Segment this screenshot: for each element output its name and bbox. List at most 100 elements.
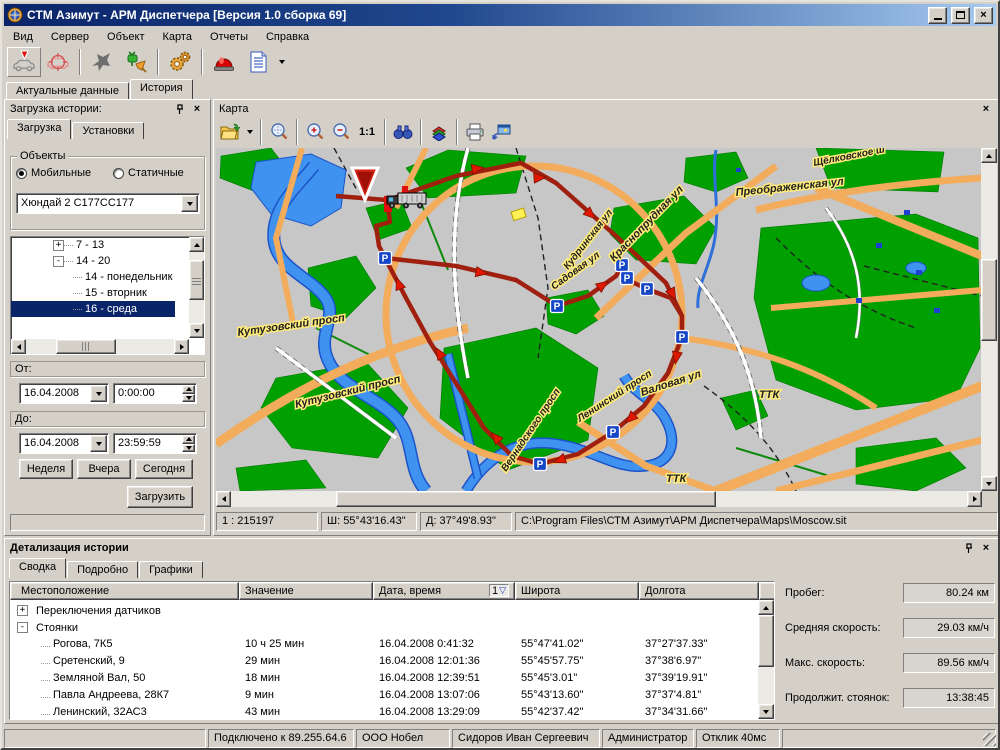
parking-marker[interactable]: P: [607, 426, 620, 439]
today-button[interactable]: Сегодня: [135, 459, 193, 479]
expand-icon[interactable]: +: [17, 605, 28, 616]
tree-hscroll-thumb[interactable]: [56, 339, 116, 354]
column-header-value[interactable]: Значение: [239, 582, 373, 600]
tree-hscrollbar[interactable]: [11, 339, 189, 354]
tree-item-day14[interactable]: 14 - понедельник: [11, 269, 204, 285]
tab-summary[interactable]: Сводка: [9, 558, 66, 578]
find-button[interactable]: [390, 120, 416, 144]
week-button[interactable]: Неделя: [19, 459, 73, 479]
to-date-picker[interactable]: 16.04.2008: [19, 433, 109, 454]
radio-static-option[interactable]: Статичные: [113, 167, 184, 179]
group-row-stops[interactable]: - Стоянки: [11, 619, 773, 636]
zoom-in-button[interactable]: [302, 120, 328, 144]
map-hscroll-thumb[interactable]: [336, 491, 716, 507]
close-panel-button[interactable]: ×: [978, 541, 994, 555]
scroll-up-button[interactable]: [189, 237, 204, 252]
menu-object[interactable]: Объект: [98, 29, 153, 45]
table-row[interactable]: Рогова, 7К5 10 ч 25 мин 16.04.2008 0:41:…: [11, 636, 773, 653]
table-row[interactable]: Сретенский, 9 29 мин 16.04.2008 12:01:36…: [11, 653, 773, 670]
pin-button[interactable]: [960, 541, 976, 555]
moscow-map[interactable]: P P P P P P P P Кутузовский просп Кутузо…: [216, 148, 982, 491]
parking-marker[interactable]: P: [534, 458, 547, 471]
tab-actual-data[interactable]: Актуальные данные: [6, 82, 129, 99]
scroll-down-button[interactable]: [981, 476, 997, 491]
object-card-button[interactable]: [85, 47, 119, 77]
open-map-dropdown[interactable]: [243, 120, 256, 144]
tab-load[interactable]: Загрузка: [7, 119, 71, 139]
tab-graphs[interactable]: Графики: [139, 561, 203, 578]
print-button[interactable]: [462, 120, 488, 144]
export-map-button[interactable]: [488, 120, 514, 144]
vehicle-select[interactable]: Хюндай 2 С177СС177: [16, 193, 200, 214]
close-button[interactable]: ×: [974, 7, 993, 24]
tree-item-week2[interactable]: - 14 - 20: [11, 253, 204, 269]
parking-marker[interactable]: P: [621, 272, 634, 285]
parking-marker[interactable]: P: [551, 300, 564, 313]
table-row[interactable]: Павла Андреева, 28К7 9 мин 16.04.2008 13…: [11, 687, 773, 704]
column-header-latitude[interactable]: Широта: [515, 582, 639, 600]
tab-setup[interactable]: Установки: [72, 122, 144, 139]
from-time-spinner[interactable]: 0:00:00: [113, 383, 197, 404]
parking-marker[interactable]: P: [379, 252, 392, 265]
menu-map[interactable]: Карта: [154, 29, 201, 45]
map-vscroll-thumb[interactable]: [981, 259, 997, 341]
scroll-up-button[interactable]: [981, 148, 997, 163]
group-row-sensors[interactable]: + Переключения датчиков: [11, 602, 773, 619]
to-date-dropdown[interactable]: [90, 435, 107, 452]
reports-dropdown-button[interactable]: [275, 47, 289, 77]
track-vehicle-button[interactable]: [7, 47, 41, 77]
parking-marker[interactable]: P: [641, 283, 654, 296]
summary-table[interactable]: Местоположение Значение 1▽ Дата, время Ш…: [9, 581, 775, 720]
time-down-button[interactable]: [182, 394, 195, 403]
zoom-out-button[interactable]: [328, 120, 354, 144]
map-hscrollbar[interactable]: [216, 491, 982, 507]
scroll-left-button[interactable]: [11, 339, 26, 354]
resize-grip[interactable]: [983, 733, 996, 746]
maximize-button[interactable]: [951, 7, 970, 24]
menu-reports[interactable]: Отчеты: [201, 29, 257, 45]
tab-detailed[interactable]: Подробно: [67, 561, 138, 578]
table-row[interactable]: Земляной Вал, 50 18 мин 16.04.2008 12:39…: [11, 670, 773, 687]
tree-vscrollbar[interactable]: [189, 237, 204, 338]
time-up-button[interactable]: [182, 385, 195, 394]
load-button[interactable]: Загрузить: [127, 486, 193, 508]
time-down-button[interactable]: [182, 444, 195, 453]
tree-item-day15[interactable]: 15 - вторник: [11, 285, 204, 301]
layers-button[interactable]: [426, 120, 452, 144]
table-vscroll-thumb[interactable]: [758, 615, 774, 667]
table-row[interactable]: Ленинский, 32АС3 43 мин 16.04.2008 13:29…: [11, 704, 773, 720]
menu-view[interactable]: Вид: [4, 29, 42, 45]
from-date-dropdown[interactable]: [90, 385, 107, 402]
column-header-longitude[interactable]: Долгота: [639, 582, 759, 600]
scale-1-1-button[interactable]: 1:1: [354, 120, 380, 144]
pin-button[interactable]: [171, 102, 187, 116]
menu-server[interactable]: Сервер: [42, 29, 98, 45]
expand-icon[interactable]: +: [53, 240, 64, 251]
radio-mobile-option[interactable]: Мобильные: [16, 167, 91, 179]
tree-vscroll-thumb[interactable]: [189, 260, 204, 300]
yesterday-button[interactable]: Вчера: [77, 459, 131, 479]
collapse-icon[interactable]: -: [17, 622, 28, 633]
from-date-picker[interactable]: 16.04.2008: [19, 383, 109, 404]
close-panel-button[interactable]: ×: [189, 102, 205, 116]
zoom-window-button[interactable]: [266, 120, 292, 144]
parking-marker[interactable]: P: [676, 331, 689, 344]
tree-item-day16-selected[interactable]: 16 - среда: [11, 301, 175, 317]
locate-vehicle-button[interactable]: [41, 47, 75, 77]
scroll-left-button[interactable]: [216, 491, 231, 507]
settings-button[interactable]: [163, 47, 197, 77]
tab-history[interactable]: История: [130, 79, 193, 99]
scroll-down-button[interactable]: [758, 704, 774, 719]
dates-tree[interactable]: + 7 - 13 - 14 - 20 14 - понедельник 15 -…: [10, 236, 205, 355]
scroll-right-button[interactable]: [174, 339, 189, 354]
tree-item-week1[interactable]: + 7 - 13: [11, 237, 204, 253]
alarms-button[interactable]: [207, 47, 241, 77]
table-vscrollbar[interactable]: [758, 600, 774, 719]
scroll-down-button[interactable]: [189, 323, 204, 338]
column-header-datetime[interactable]: 1▽ Дата, время: [373, 582, 515, 600]
map-vscrollbar[interactable]: [981, 148, 997, 491]
to-time-spinner[interactable]: 23:59:59: [113, 433, 197, 454]
open-map-button[interactable]: [217, 120, 243, 144]
close-map-button[interactable]: ×: [978, 102, 994, 116]
title-bar[interactable]: СТМ Азимут - АРМ Диспетчера [Версия 1.0 …: [4, 4, 996, 26]
